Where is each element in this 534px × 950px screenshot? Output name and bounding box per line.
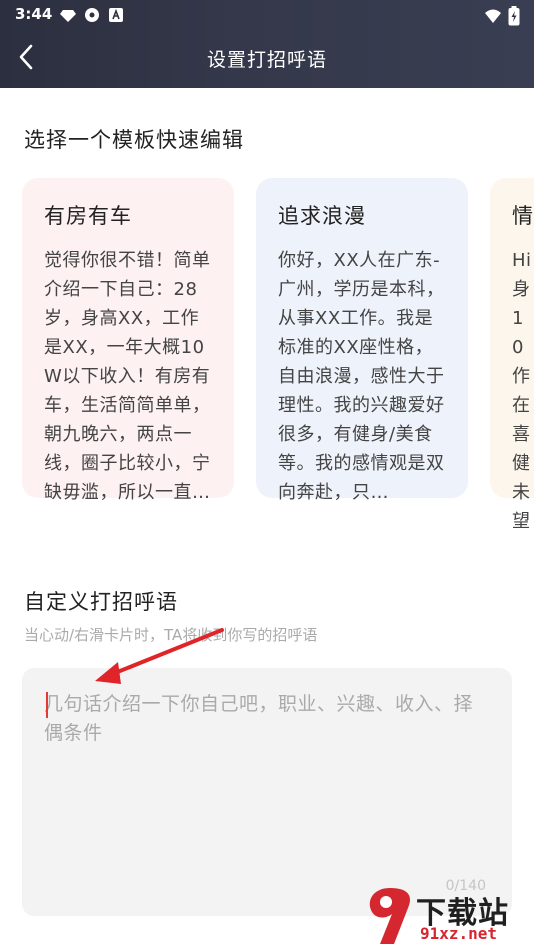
template-card-title: 有房有车 — [44, 204, 132, 228]
battery-icon — [508, 6, 520, 26]
template-card-title: 情 — [512, 204, 534, 228]
watermark-url: 91xz.net — [420, 924, 498, 943]
templates-section-title: 选择一个模板快速编辑 — [24, 128, 244, 152]
template-card-title: 追求浪漫 — [278, 204, 366, 228]
diamond-icon — [60, 10, 76, 22]
status-right — [484, 6, 520, 26]
greeting-placeholder: 几句话介绍一下你自己吧，职业、兴趣、收入、择偶条件 — [44, 693, 474, 744]
text-cursor — [46, 692, 48, 718]
wifi-icon — [485, 9, 501, 23]
top-bar: 3:44 设置打招呼语 — [0, 0, 534, 88]
template-card-house-car[interactable]: 有房有车 觉得你很不错！简单介绍一下自己：28岁，身高XX，工作是XX，一年大概… — [22, 178, 234, 503]
template-card-body: 觉得你很不错！简单介绍一下自己：28岁，身高XX，工作是XX，一年大概10W以下… — [44, 250, 211, 503]
watermark: 下载站 91xz.net — [362, 884, 532, 950]
app-a-icon — [109, 8, 123, 22]
greeting-textarea[interactable]: 几句话介绍一下你自己吧，职业、兴趣、收入、择偶条件 0/140 — [22, 668, 512, 916]
watermark-logo-icon — [369, 888, 410, 944]
custom-section-title: 自定义打招呼语 — [24, 590, 178, 614]
template-carousel[interactable]: 有房有车 觉得你很不错！简单介绍一下自己：28岁，身高XX，工作是XX，一年大概… — [0, 178, 534, 538]
status-bar: 3:44 — [0, 0, 534, 30]
page-title: 设置打招呼语 — [206, 49, 327, 71]
status-time: 3:44 — [15, 5, 53, 23]
aperture-icon — [85, 8, 99, 22]
template-card-partial[interactable]: 情 Hi身10作在喜健未望三 — [490, 178, 534, 532]
custom-section-subtitle: 当心动/右滑卡片时，TA将收到你写的招呼语 — [24, 626, 318, 644]
template-card-romance[interactable]: 追求浪漫 你好，XX人在广东-广州，学历是本科，从事XX工作。我是标准的XX座性… — [256, 178, 468, 503]
template-card-body: Hi身10作在喜健未望三 — [512, 250, 532, 532]
template-card-body: 你好，XX人在广东-广州，学历是本科，从事XX工作。我是标准的XX座性格，自由浪… — [278, 250, 445, 503]
